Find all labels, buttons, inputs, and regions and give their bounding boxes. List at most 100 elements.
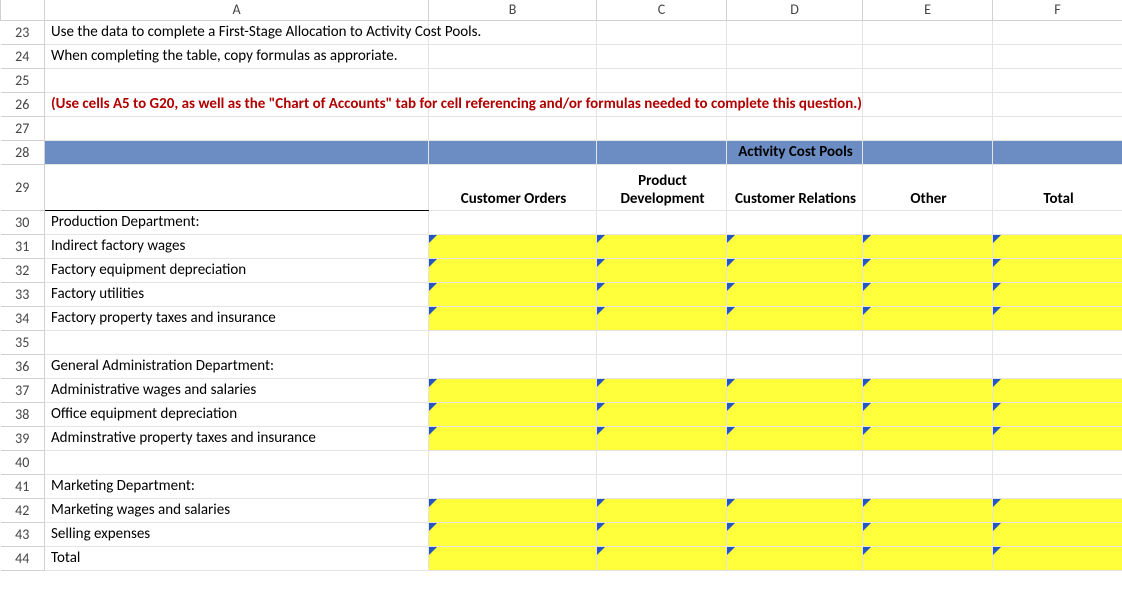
cell-C38[interactable] <box>597 402 727 426</box>
cell-F41[interactable] <box>993 474 1122 498</box>
cell-E27[interactable] <box>863 116 993 140</box>
cell-D29[interactable]: Customer Relations <box>727 164 863 210</box>
spreadsheet-viewport[interactable]: A B C D E F G 23 Use the data to complet… <box>0 0 1122 606</box>
cell-C23[interactable] <box>597 20 727 44</box>
cell-A40[interactable] <box>45 450 429 474</box>
row-header-35[interactable]: 35 <box>1 330 45 354</box>
row-header-44[interactable]: 44 <box>1 546 45 570</box>
cell-B28[interactable] <box>429 140 597 164</box>
cell-A27[interactable] <box>45 116 429 140</box>
cell-D44[interactable] <box>727 546 863 570</box>
cell-E40[interactable] <box>863 450 993 474</box>
cell-F25[interactable] <box>993 68 1122 92</box>
cell-A31[interactable]: Indirect factory wages <box>45 234 429 258</box>
cell-A39[interactable]: Adminstrative property taxes and insuran… <box>45 426 429 450</box>
cell-C35[interactable] <box>597 330 727 354</box>
cell-B27[interactable] <box>429 116 597 140</box>
row-header-34[interactable]: 34 <box>1 306 45 330</box>
cell-E44[interactable] <box>863 546 993 570</box>
cell-B38[interactable] <box>429 402 597 426</box>
row-header-30[interactable]: 30 <box>1 210 45 234</box>
cell-A30[interactable]: Production Department: <box>45 210 429 234</box>
cell-D43[interactable] <box>727 522 863 546</box>
cell-A24[interactable]: When completing the table, copy formulas… <box>45 44 429 68</box>
cell-E30[interactable] <box>863 210 993 234</box>
cell-C33[interactable] <box>597 282 727 306</box>
cell-C25[interactable] <box>597 68 727 92</box>
cell-F37[interactable] <box>993 378 1122 402</box>
col-header-D[interactable]: D <box>727 0 863 20</box>
cell-C29[interactable]: Product Development <box>597 164 727 210</box>
cell-A33[interactable]: Factory utilities <box>45 282 429 306</box>
cell-C39[interactable] <box>597 426 727 450</box>
cell-A32[interactable]: Factory equipment depreciation <box>45 258 429 282</box>
col-header-E[interactable]: E <box>863 0 993 20</box>
cell-D24[interactable] <box>727 44 863 68</box>
cell-C43[interactable] <box>597 522 727 546</box>
cell-A28[interactable] <box>45 140 429 164</box>
cell-E34[interactable] <box>863 306 993 330</box>
cell-E38[interactable] <box>863 402 993 426</box>
row-header-38[interactable]: 38 <box>1 402 45 426</box>
row-header-33[interactable]: 33 <box>1 282 45 306</box>
cell-B33[interactable] <box>429 282 597 306</box>
col-header-C[interactable]: C <box>597 0 727 20</box>
cell-B32[interactable] <box>429 258 597 282</box>
cell-F23[interactable] <box>993 20 1122 44</box>
cell-A43[interactable]: Selling expenses <box>45 522 429 546</box>
cell-D37[interactable] <box>727 378 863 402</box>
cell-E35[interactable] <box>863 330 993 354</box>
cell-F24[interactable] <box>993 44 1122 68</box>
cell-F39[interactable] <box>993 426 1122 450</box>
cell-D38[interactable] <box>727 402 863 426</box>
cell-F38[interactable] <box>993 402 1122 426</box>
cell-D31[interactable] <box>727 234 863 258</box>
cell-D32[interactable] <box>727 258 863 282</box>
cell-F28[interactable] <box>993 140 1122 164</box>
cell-F33[interactable] <box>993 282 1122 306</box>
cell-B44[interactable] <box>429 546 597 570</box>
row-header-43[interactable]: 43 <box>1 522 45 546</box>
cell-A29[interactable] <box>45 164 429 210</box>
cell-E32[interactable] <box>863 258 993 282</box>
cell-B37[interactable] <box>429 378 597 402</box>
cell-F31[interactable] <box>993 234 1122 258</box>
cell-D26[interactable] <box>727 92 863 116</box>
cell-D30[interactable] <box>727 210 863 234</box>
row-header-27[interactable]: 27 <box>1 116 45 140</box>
row-header-24[interactable]: 24 <box>1 44 45 68</box>
cell-F29[interactable]: Total <box>993 164 1122 210</box>
cell-C41[interactable] <box>597 474 727 498</box>
cell-A37[interactable]: Administrative wages and salaries <box>45 378 429 402</box>
cell-E39[interactable] <box>863 426 993 450</box>
spreadsheet-grid[interactable]: A B C D E F G 23 Use the data to complet… <box>0 0 1122 571</box>
cell-D34[interactable] <box>727 306 863 330</box>
cell-B43[interactable] <box>429 522 597 546</box>
cell-F36[interactable] <box>993 354 1122 378</box>
cell-F30[interactable] <box>993 210 1122 234</box>
cell-B40[interactable] <box>429 450 597 474</box>
cell-B42[interactable] <box>429 498 597 522</box>
cell-C32[interactable] <box>597 258 727 282</box>
row-header-26[interactable]: 26 <box>1 92 45 116</box>
cell-D42[interactable] <box>727 498 863 522</box>
cell-C34[interactable] <box>597 306 727 330</box>
row-header-37[interactable]: 37 <box>1 378 45 402</box>
cell-D33[interactable] <box>727 282 863 306</box>
cell-E36[interactable] <box>863 354 993 378</box>
row-header-36[interactable]: 36 <box>1 354 45 378</box>
cell-F43[interactable] <box>993 522 1122 546</box>
cell-E25[interactable] <box>863 68 993 92</box>
cell-C36[interactable] <box>597 354 727 378</box>
cell-E43[interactable] <box>863 522 993 546</box>
cell-C31[interactable] <box>597 234 727 258</box>
col-header-F[interactable]: F <box>993 0 1122 20</box>
row-header-32[interactable]: 32 <box>1 258 45 282</box>
cell-C37[interactable] <box>597 378 727 402</box>
cell-F35[interactable] <box>993 330 1122 354</box>
select-all-corner[interactable] <box>1 0 45 20</box>
cell-E29[interactable]: Other <box>863 164 993 210</box>
cell-A44[interactable]: Total <box>45 546 429 570</box>
cell-C30[interactable] <box>597 210 727 234</box>
cell-A23[interactable]: Use the data to complete a First-Stage A… <box>45 20 429 44</box>
